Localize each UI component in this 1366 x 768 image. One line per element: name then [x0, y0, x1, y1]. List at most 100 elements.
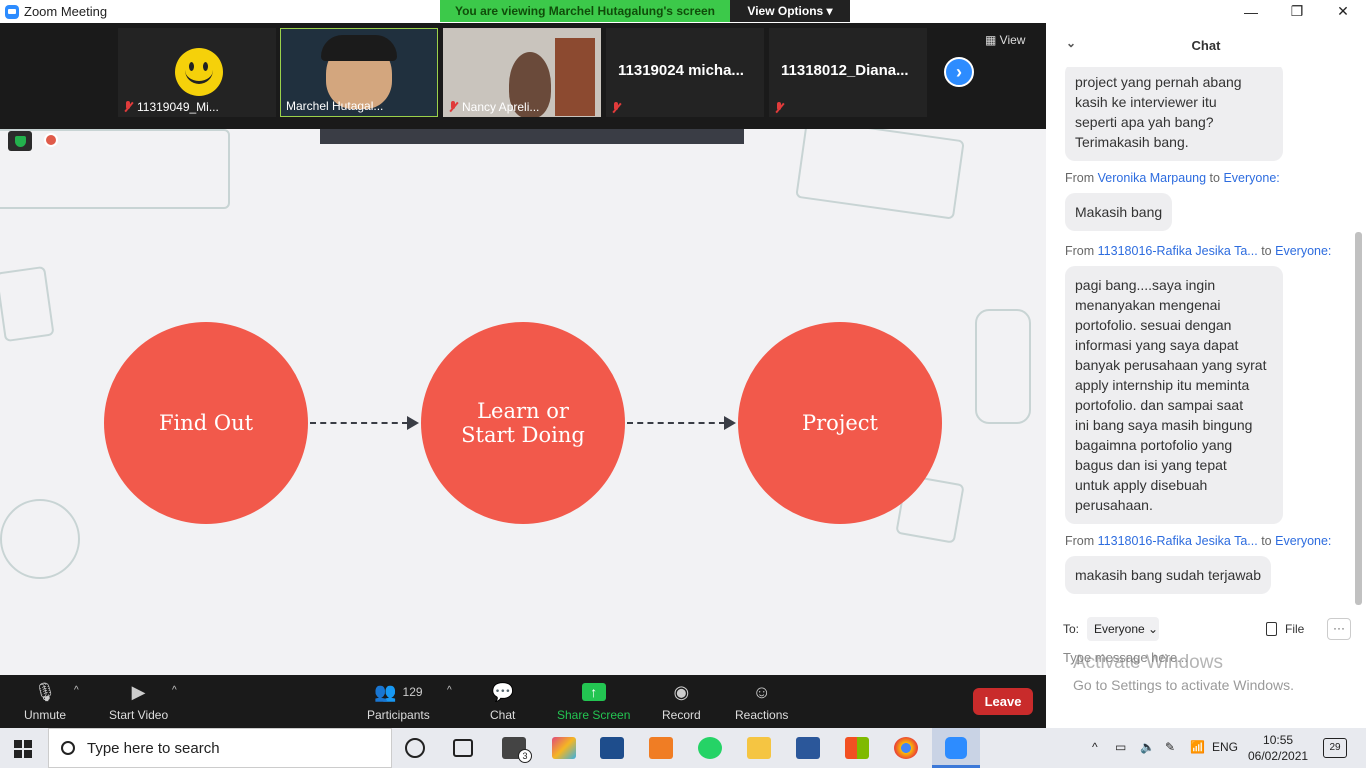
unmute-button[interactable]: 🎙 Unmute: [24, 680, 67, 723]
zoom-taskbar-button[interactable]: [932, 728, 980, 768]
chevron-down-icon[interactable]: ⌄: [1066, 36, 1076, 50]
mail-badge: 3: [518, 749, 532, 763]
chat-title: Chat: [1191, 37, 1221, 53]
to-word: to: [1209, 171, 1220, 185]
taskbar-search-box[interactable]: Type here to search: [48, 728, 392, 768]
file-icon: [1266, 622, 1277, 636]
mic-muted-icon: [448, 101, 458, 113]
to-label: To:: [1063, 622, 1080, 636]
record-label: Record: [662, 708, 701, 722]
chat-message-bubble: makasih bang sudah terjawab: [1065, 556, 1272, 594]
recipient-dropdown[interactable]: Everyone ⌄: [1087, 617, 1159, 641]
store-icon[interactable]: [845, 737, 869, 759]
phone-sketch-right: [975, 309, 1031, 424]
participants-icon: 👥 129: [374, 681, 423, 702]
meeting-toolbar: 🎙 Unmute ^ ▶ Start Video ^ 👥 129 Partici…: [0, 675, 1046, 728]
sender-name[interactable]: Veronika Marpaung: [1098, 171, 1206, 185]
search-placeholder: Type here to search: [87, 739, 220, 757]
battery-icon[interactable]: ▭: [1115, 740, 1126, 754]
next-page-icon[interactable]: ›: [944, 57, 974, 87]
pen-icon[interactable]: ✎: [1165, 740, 1175, 754]
connector-1: [310, 422, 408, 424]
participant-tile[interactable]: Nancy Apreli...: [443, 28, 601, 117]
chat-scrollbar[interactable]: [1355, 67, 1363, 605]
participant-tile[interactable]: 11319049_Mi...: [118, 28, 276, 117]
close-icon[interactable]: ✕: [1320, 0, 1366, 23]
taskbar-clock[interactable]: 10:55 06/02/2021: [1248, 732, 1308, 764]
reactions-icon: ☺: [752, 681, 771, 702]
participant-tile-active[interactable]: Marchel Hutagal...: [280, 28, 438, 117]
minimize-icon[interactable]: —: [1228, 0, 1274, 23]
message-header: From Veronika Marpaung to Everyone:: [1065, 171, 1280, 185]
arrow-2-icon: [724, 416, 736, 430]
video-options-chevron-icon[interactable]: ^: [172, 685, 177, 696]
coffee-cup-sketch: [0, 499, 80, 579]
view-options-button[interactable]: View Options ▾: [730, 0, 850, 22]
participant-tile[interactable]: 11318012_Diana...: [769, 28, 927, 117]
task-view-icon[interactable]: [453, 739, 473, 757]
scrollbar-thumb[interactable]: [1355, 232, 1362, 605]
devcpp-icon[interactable]: [600, 737, 624, 759]
from-prefix: From: [1065, 534, 1095, 548]
from-prefix: From: [1065, 244, 1095, 258]
paint-app-icon[interactable]: [552, 737, 576, 759]
chat-button[interactable]: 💬 Chat: [490, 680, 515, 723]
search-icon: [61, 741, 75, 755]
mail-icon[interactable]: 3: [502, 737, 532, 763]
wifi-icon[interactable]: 📶: [1190, 740, 1205, 754]
mic-muted-icon: [123, 101, 133, 113]
chrome-icon[interactable]: [894, 737, 918, 759]
mic-muted-icon: [611, 102, 621, 114]
sender-name[interactable]: 11318016-Rafika Jesika Ta...: [1098, 244, 1258, 258]
start-video-button[interactable]: ▶ Start Video: [109, 680, 169, 723]
window-title: Zoom Meeting: [24, 4, 108, 19]
to-word: to: [1261, 244, 1272, 258]
more-options-button[interactable]: ···: [1327, 618, 1351, 640]
chat-message-bubble: pagi bang....saya ingin menanyakan menge…: [1065, 266, 1283, 524]
participant-name: Nancy Apreli...: [462, 100, 540, 114]
cortana-icon[interactable]: [405, 738, 425, 758]
record-button[interactable]: ◉ Record: [662, 680, 701, 723]
reactions-button[interactable]: ☺ Reactions: [735, 680, 788, 723]
word-icon[interactable]: [796, 737, 820, 759]
participant-tile[interactable]: 11319024 micha...: [606, 28, 764, 117]
volume-icon[interactable]: 🔈: [1140, 740, 1155, 754]
zoom-logo-icon: [5, 4, 19, 19]
leave-button[interactable]: Leave: [973, 688, 1033, 715]
video-off-icon: ▶: [131, 681, 146, 702]
to-word: to: [1261, 534, 1272, 548]
participant-name: Marchel Hutagal...: [286, 99, 384, 113]
participants-label: Participants: [367, 708, 430, 722]
share-screen-icon: ↑: [581, 680, 606, 704]
tray-chevron-icon[interactable]: ^: [1092, 740, 1098, 754]
windows-start-icon[interactable]: [14, 740, 32, 758]
window-controls: — ❐ ✕: [1046, 0, 1366, 23]
activate-windows-title: Activate Windows: [1073, 652, 1223, 673]
language-indicator[interactable]: ENG: [1212, 740, 1238, 754]
share-screen-button[interactable]: ↑ Share Screen: [557, 680, 630, 722]
start-video-label: Start Video: [109, 708, 169, 722]
zoom-app-icon: [945, 737, 967, 759]
file-explorer-icon[interactable]: [747, 737, 771, 759]
unmute-label: Unmute: [24, 708, 67, 722]
keyboard-sketch: [0, 129, 230, 209]
record-icon: ◉: [673, 681, 690, 702]
sender-name[interactable]: 11318016-Rafika Jesika Ta...: [1098, 534, 1258, 548]
file-button[interactable]: File: [1266, 622, 1304, 636]
chat-header: ⌄ Chat: [1046, 23, 1366, 67]
view-button[interactable]: ▦ View: [985, 33, 1025, 47]
shared-screen: Find Out Learn or Start Doing Project: [0, 129, 1046, 675]
from-prefix: From: [1065, 171, 1095, 185]
notifications-icon[interactable]: 29: [1323, 738, 1347, 758]
whatsapp-icon[interactable]: [698, 737, 722, 759]
xampp-icon[interactable]: [649, 737, 673, 759]
clock-date: 06/02/2021: [1248, 749, 1309, 763]
recipient-name: Everyone:: [1223, 171, 1280, 185]
recipient-value: Everyone: [1094, 622, 1145, 636]
activate-windows-subtitle: Go to Settings to activate Windows.: [1073, 677, 1294, 693]
participants-button[interactable]: 👥 129 Participants: [367, 680, 430, 723]
audio-options-chevron-icon[interactable]: ^: [74, 685, 79, 696]
viewing-banner: You are viewing Marchel Hutagalung's scr…: [440, 0, 850, 22]
maximize-icon[interactable]: ❐: [1274, 0, 1320, 23]
participants-chevron-icon[interactable]: ^: [447, 685, 452, 696]
